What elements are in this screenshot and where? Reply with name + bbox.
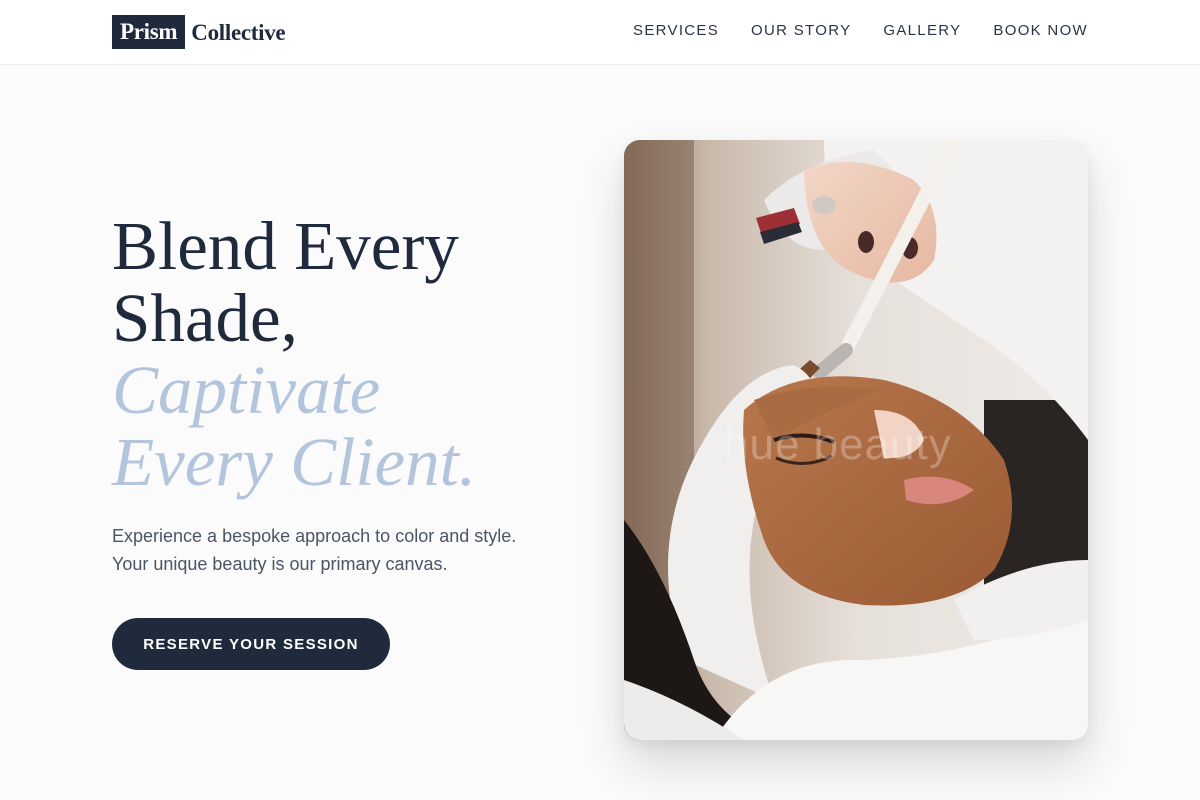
- nav-gallery-link[interactable]: GALLERY: [883, 21, 961, 41]
- logo[interactable]: Prism Collective: [112, 15, 286, 49]
- reserve-session-button[interactable]: RESERVE YOUR SESSION: [112, 618, 390, 670]
- hero-image: hue beauty: [624, 140, 1088, 740]
- nav-book-now-link[interactable]: BOOK NOW: [993, 21, 1088, 41]
- logo-box-text: Prism: [112, 15, 186, 49]
- hero-description-line-1: Experience a bespoke approach to color a…: [112, 526, 517, 546]
- nav-services-link[interactable]: SERVICES: [633, 21, 719, 41]
- hero-title-line-1: Blend Every: [112, 208, 459, 284]
- logo-text: Collective: [191, 19, 286, 45]
- hero-description-line-2: Your unique beauty is our primary canvas…: [112, 554, 448, 574]
- main-nav: SERVICES OUR STORY GALLERY BOOK NOW: [633, 21, 1088, 41]
- image-watermark: hue beauty: [724, 420, 952, 469]
- hero-title: Blend Every Shade, Captivate Every Clien…: [112, 210, 592, 498]
- hero-accent-line-2: Every Client.: [112, 424, 477, 500]
- hero-title-line-2: Shade,: [112, 280, 298, 356]
- nav-our-story-link[interactable]: OUR STORY: [751, 21, 851, 41]
- hero-accent-line-1: Captivate: [112, 352, 381, 428]
- site-header: Prism Collective SERVICES OUR STORY GALL…: [0, 0, 1200, 65]
- hero-description: Experience a bespoke approach to color a…: [112, 522, 582, 578]
